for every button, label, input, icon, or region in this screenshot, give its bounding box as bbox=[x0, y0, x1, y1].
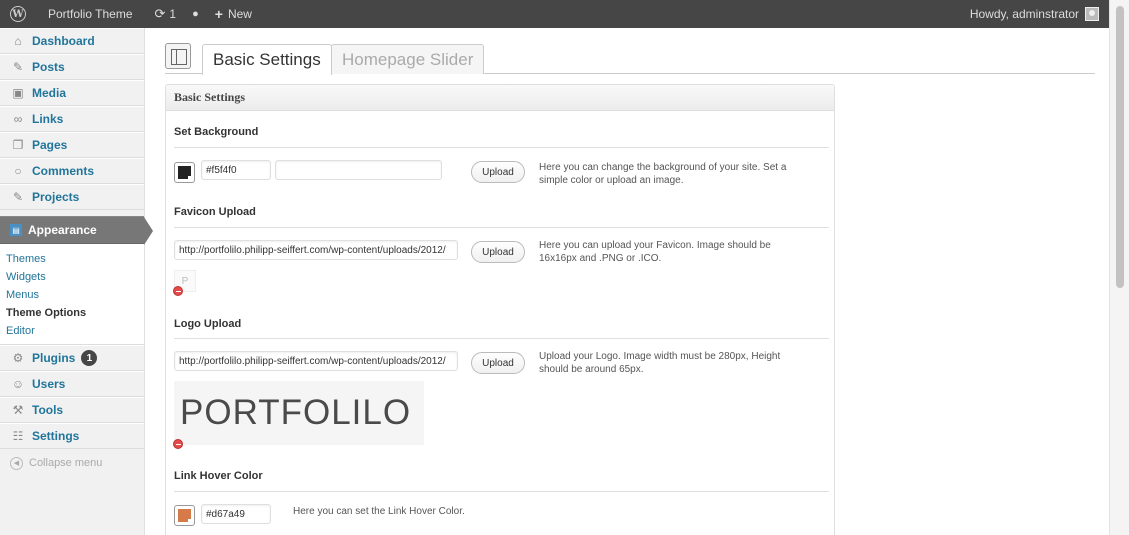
sidebar-item-label: Media bbox=[32, 86, 67, 100]
howdy-text: Howdy, adminstrator bbox=[969, 7, 1079, 21]
logo-url-input[interactable]: http://portfolilo.philipp-seiffert.com/w… bbox=[174, 351, 458, 371]
submenu-themes[interactable]: Themes bbox=[0, 250, 144, 268]
hover-description: Here you can set the Link Hover Color. bbox=[293, 506, 465, 517]
favicon-description: Here you can upload your Favicon. Image … bbox=[539, 240, 771, 264]
submenu-theme-options[interactable]: Theme Options bbox=[0, 304, 144, 322]
refresh-icon: ⟳ bbox=[154, 6, 166, 21]
site-name-link[interactable]: Portfolio Theme bbox=[32, 0, 147, 28]
sidebar-item-links[interactable]: ∞ Links bbox=[0, 106, 144, 132]
sidebar-item-label: Dashboard bbox=[32, 34, 95, 48]
sidebar-item-label: Settings bbox=[32, 429, 80, 443]
pin-icon: ✎ bbox=[12, 190, 24, 204]
logo-description: Upload your Logo. Image width must be 28… bbox=[539, 351, 781, 375]
sidebar-item-label: Projects bbox=[32, 190, 80, 204]
plugin-icon: ⚙ bbox=[12, 351, 24, 365]
wordpress-logo-icon[interactable]: W bbox=[4, 0, 32, 28]
tab-homepage-slider[interactable]: Homepage Slider bbox=[331, 44, 485, 74]
sidebar-item-label: Users bbox=[32, 377, 66, 391]
plus-icon: + bbox=[214, 6, 223, 22]
remove-favicon-icon[interactable] bbox=[173, 286, 183, 296]
admin-sidebar: ⌂ Dashboard ✎ Posts ▣ Media ∞ Links ❐ Pages ○… bbox=[0, 28, 153, 535]
pin-icon: ✎ bbox=[12, 60, 24, 74]
background-color-input[interactable]: #f5f4f0 bbox=[201, 160, 271, 180]
theme-options-icon bbox=[165, 43, 191, 69]
sidebar-item-plugins[interactable]: ⚙ Plugins 1 bbox=[0, 345, 144, 371]
logo-section-title: Logo Upload bbox=[174, 318, 242, 330]
sidebar-item-projects[interactable]: ✎ Projects bbox=[0, 184, 144, 210]
divider bbox=[174, 147, 829, 148]
pages-icon: ❐ bbox=[12, 138, 24, 152]
panel-title: Basic Settings bbox=[166, 85, 834, 111]
new-label: New bbox=[227, 7, 252, 21]
appearance-submenu: Themes Widgets Menus Theme Options Edito… bbox=[0, 244, 144, 345]
settings-icon: ☷ bbox=[12, 429, 24, 443]
remove-logo-icon[interactable] bbox=[173, 439, 183, 449]
background-section-title: Set Background bbox=[174, 126, 259, 138]
divider bbox=[174, 227, 829, 228]
sidebar-item-comments[interactable]: ○ Comments bbox=[0, 158, 144, 184]
avatar bbox=[1085, 7, 1099, 21]
link-icon: ∞ bbox=[13, 112, 23, 126]
sidebar-item-media[interactable]: ▣ Media bbox=[0, 80, 144, 106]
hover-color-input[interactable]: #d67a49 bbox=[201, 504, 271, 524]
comments-link[interactable]: ● bbox=[184, 0, 207, 28]
background-color-swatch[interactable] bbox=[174, 162, 195, 183]
logo-upload-button[interactable]: Upload bbox=[471, 352, 525, 374]
sidebar-item-label: Tools bbox=[32, 403, 64, 417]
sidebar-item-appearance[interactable]: ▤ Appearance bbox=[0, 216, 153, 245]
hover-section-title: Link Hover Color bbox=[174, 470, 263, 482]
background-image-input[interactable] bbox=[275, 160, 442, 180]
basic-settings-panel: Basic Settings Set Background #f5f4f0 Up… bbox=[165, 84, 835, 535]
submenu-widgets[interactable]: Widgets bbox=[0, 268, 144, 286]
comment-icon: ○ bbox=[14, 164, 22, 178]
tools-icon: ⚒ bbox=[12, 403, 24, 417]
favicon-upload-button[interactable]: Upload bbox=[471, 241, 525, 263]
collapse-menu-button[interactable]: ◀ Collapse menu bbox=[0, 449, 144, 477]
logo-preview: PORTFOLILO bbox=[174, 381, 424, 445]
sidebar-item-pages[interactable]: ❐ Pages bbox=[0, 132, 144, 158]
divider bbox=[174, 338, 829, 339]
sidebar-item-label: Plugins bbox=[32, 351, 76, 365]
sidebar-item-label: Posts bbox=[32, 60, 65, 74]
background-description: Here you can change the background of yo… bbox=[539, 162, 787, 186]
collapse-arrow-icon: ◀ bbox=[10, 456, 23, 470]
collapse-label: Collapse menu bbox=[29, 457, 103, 469]
sidebar-item-dashboard[interactable]: ⌂ Dashboard bbox=[0, 28, 144, 54]
submenu-menus[interactable]: Menus bbox=[0, 286, 144, 304]
sidebar-item-label: Appearance bbox=[28, 223, 97, 237]
comment-bubble-icon: ● bbox=[192, 8, 199, 20]
home-icon: ⌂ bbox=[14, 34, 22, 48]
updates-count: 1 bbox=[169, 7, 177, 21]
sidebar-item-label: Pages bbox=[32, 138, 68, 152]
appearance-icon: ▤ bbox=[10, 224, 22, 236]
my-account-link[interactable]: Howdy, adminstrator bbox=[962, 0, 1109, 28]
sidebar-item-users[interactable]: ☺ Users bbox=[0, 371, 144, 397]
admin-bar: W Portfolio Theme ⟳ 1 ● + New Howdy, adm… bbox=[0, 0, 1109, 28]
page-scrollbar[interactable] bbox=[1109, 0, 1129, 535]
tab-basic-settings[interactable]: Basic Settings bbox=[202, 44, 332, 75]
sidebar-item-tools[interactable]: ⚒ Tools bbox=[0, 397, 144, 423]
submenu-editor[interactable]: Editor bbox=[0, 322, 144, 340]
favicon-url-input[interactable]: http://portfolilo.philipp-seiffert.com/w… bbox=[174, 240, 458, 260]
updates-link[interactable]: ⟳ 1 bbox=[147, 0, 185, 28]
scrollbar-thumb[interactable] bbox=[1116, 6, 1124, 288]
sidebar-item-label: Comments bbox=[32, 164, 95, 178]
plugins-update-badge: 1 bbox=[81, 350, 98, 366]
options-tabs: Basic Settings Homepage Slider bbox=[165, 40, 1095, 75]
new-content-link[interactable]: + New bbox=[207, 0, 260, 28]
hover-color-swatch[interactable] bbox=[174, 505, 195, 526]
background-upload-button[interactable]: Upload bbox=[471, 161, 525, 183]
favicon-section-title: Favicon Upload bbox=[174, 206, 256, 218]
divider bbox=[174, 491, 829, 492]
sidebar-item-settings[interactable]: ☷ Settings bbox=[0, 423, 144, 449]
sidebar-item-posts[interactable]: ✎ Posts bbox=[0, 54, 144, 80]
users-icon: ☺ bbox=[11, 377, 25, 391]
sidebar-item-label: Links bbox=[32, 112, 64, 126]
media-icon: ▣ bbox=[12, 86, 24, 100]
